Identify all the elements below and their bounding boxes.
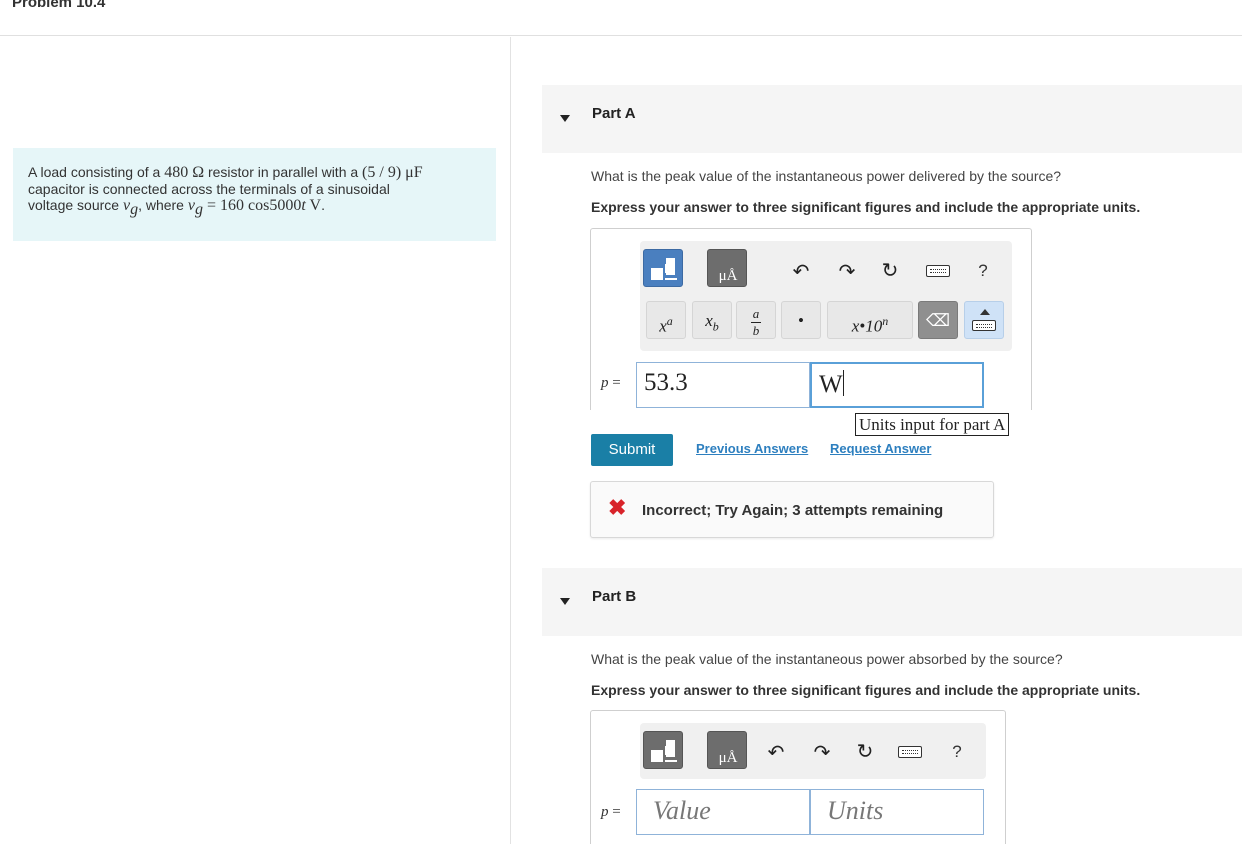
keyboard-toggle-key[interactable] — [964, 301, 1004, 339]
intro-text: A load consisting of a — [28, 164, 165, 180]
key-den: b — [752, 323, 760, 338]
intro-text: voltage source — [28, 197, 123, 213]
column-divider — [510, 37, 511, 844]
volt-unit: V — [305, 197, 322, 214]
part-a-units-input[interactable]: W — [810, 362, 984, 408]
fraction-key[interactable]: ab — [736, 301, 776, 339]
keyboard-icon — [972, 320, 996, 331]
reset-icon[interactable]: ↻ — [878, 258, 902, 283]
part-a-math-toolbar: μÅ ↶ ↷ ↻ ? xa xb ab • x•10n ⌫ — [640, 241, 1012, 351]
key-exp: a — [666, 314, 673, 328]
voltage-subscript: g — [194, 200, 203, 218]
part-b-math-toolbar: μÅ ↶ ↷ ↻ ? — [640, 723, 986, 779]
help-icon[interactable]: ? — [945, 742, 969, 762]
part-a-instruction: Express your answer to three significant… — [591, 199, 1141, 215]
part-a-header[interactable]: Part A — [542, 85, 1242, 153]
intro-text: resistor in parallel with a — [204, 164, 363, 180]
superscript-key[interactable]: xa — [646, 301, 686, 339]
variable-symbol: p — [601, 804, 609, 820]
collapse-triangle-icon[interactable] — [560, 115, 570, 122]
key-base: x — [659, 316, 667, 336]
key-sci-exp: n — [882, 314, 889, 328]
problem-title: Problem 10.4 — [12, 0, 106, 11]
intro-text: . — [321, 197, 325, 213]
part-a-label: Part A — [592, 105, 636, 122]
part-b-value-input[interactable]: Value — [636, 789, 810, 835]
problem-header: Problem 10.4 — [0, 0, 1242, 36]
submit-button[interactable]: Submit — [591, 434, 673, 466]
part-b-question: What is the peak value of the instantane… — [591, 651, 1063, 667]
backspace-key[interactable]: ⌫ — [918, 301, 958, 339]
part-b-units-input[interactable]: Units — [810, 789, 984, 835]
part-a-value-input[interactable]: 53.3 — [636, 362, 810, 408]
collapse-triangle-icon[interactable] — [560, 598, 570, 605]
keyboard-icon[interactable] — [926, 265, 950, 277]
key-sub: b — [712, 319, 719, 334]
part-a-variable-label: p = — [601, 375, 621, 392]
key-sci: x•10 — [851, 316, 883, 336]
keyboard-icon[interactable] — [898, 746, 922, 758]
intro-text: , where — [138, 197, 188, 213]
capacitance-value: (5 / 9) μF — [362, 164, 423, 181]
voltage-subscript: g — [130, 200, 139, 218]
problem-intro: A load consisting of a 480 Ω resistor in… — [13, 148, 496, 241]
voltage-symbol: v — [187, 197, 195, 214]
feedback-box: ✖ Incorrect; Try Again; 3 attempts remai… — [590, 481, 994, 538]
templates-button[interactable] — [643, 731, 683, 769]
part-b-instruction: Express your answer to three significant… — [591, 682, 1141, 698]
feedback-text: Incorrect; Try Again; 3 attempts remaini… — [642, 502, 944, 519]
templates-button[interactable] — [643, 249, 683, 287]
part-a-question: What is the peak value of the instantane… — [591, 168, 1062, 184]
sci-notation-key[interactable]: x•10n — [827, 301, 913, 339]
key-base: x — [705, 311, 713, 330]
units-tooltip: Units input for part A — [855, 413, 1010, 436]
chevron-up-icon — [980, 309, 990, 315]
undo-icon[interactable]: ↶ — [764, 740, 788, 765]
part-b-variable-label: p = — [601, 804, 621, 821]
help-icon[interactable]: ? — [971, 261, 995, 281]
voltage-expression: = 160 cos5000 — [202, 197, 302, 214]
key-num: a — [752, 306, 760, 321]
part-b-header[interactable]: Part B — [542, 568, 1242, 636]
redo-icon[interactable]: ↷ — [810, 740, 834, 765]
dot-key[interactable]: • — [781, 301, 821, 339]
units-value: W — [819, 371, 843, 398]
subscript-key[interactable]: xb — [692, 301, 732, 339]
units-button-label: μÅ — [718, 750, 738, 766]
resistance-value: 480 Ω — [164, 164, 205, 181]
units-button[interactable]: μÅ — [707, 249, 747, 287]
request-answer-link[interactable]: Request Answer — [830, 441, 931, 456]
undo-icon[interactable]: ↶ — [789, 259, 813, 284]
intro-text: capacitor is connected across the termin… — [28, 181, 390, 197]
part-b-label: Part B — [592, 588, 637, 605]
voltage-symbol: v — [122, 197, 131, 214]
previous-answers-link[interactable]: Previous Answers — [696, 441, 808, 456]
equals-sign: = — [612, 804, 621, 820]
units-button[interactable]: μÅ — [707, 731, 747, 769]
variable-symbol: p — [601, 375, 609, 391]
redo-icon[interactable]: ↷ — [835, 259, 859, 284]
equals-sign: = — [612, 375, 621, 391]
units-button-label: μÅ — [718, 268, 738, 284]
text-cursor — [842, 370, 844, 396]
incorrect-x-icon: ✖ — [608, 495, 627, 520]
reset-icon[interactable]: ↻ — [853, 739, 877, 764]
